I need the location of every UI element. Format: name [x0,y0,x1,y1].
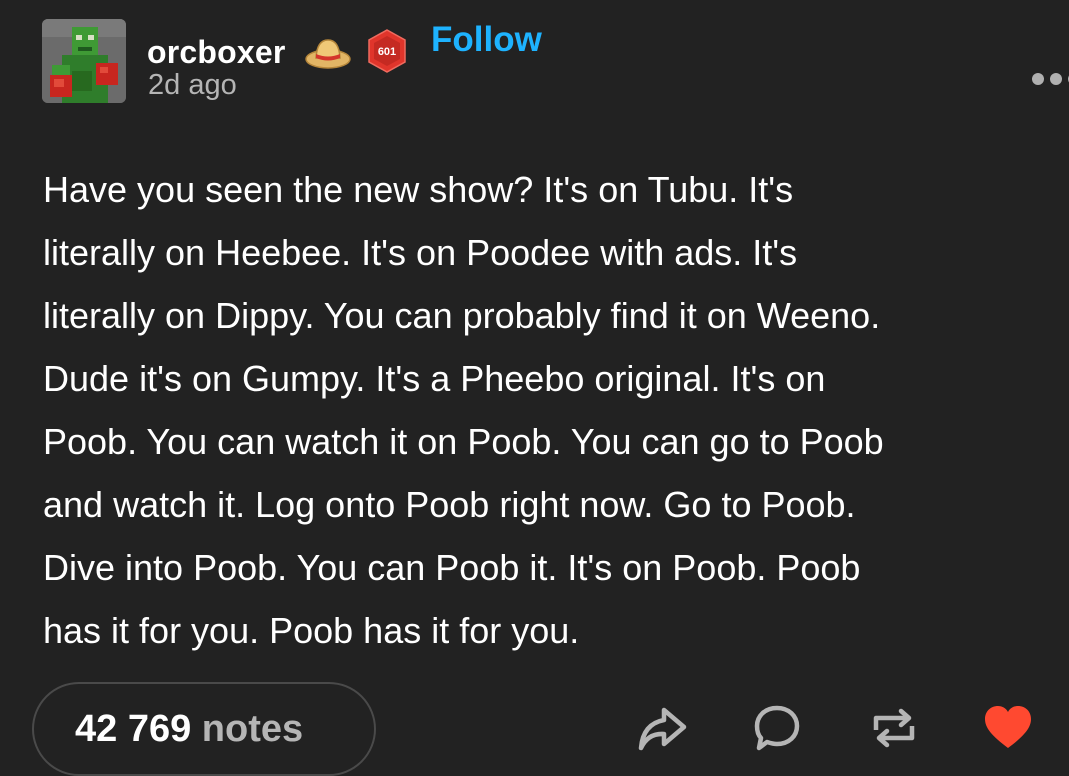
post-text-line: literally on Heebee. It's on Poodee with… [43,232,798,273]
post-body: Have you seen the new show? It's on Tubu… [43,158,1048,662]
reply-icon [754,705,800,751]
follow-button[interactable]: Follow [431,20,542,60]
notes-text: 42 769 notes [75,708,303,751]
avatar[interactable] [42,19,126,103]
post-text-line: literally on Dippy. You can probably fin… [43,295,881,336]
notes-label: notes [201,708,304,750]
post-timestamp[interactable]: 2d ago [148,69,237,102]
post-text-line: Dude it's on Gumpy. It's a Pheebo origin… [43,358,826,399]
notes-count: 42 769 [75,708,192,750]
heart-icon [985,706,1031,748]
post-text-line: and watch it. Log onto Poob right now. G… [43,484,856,525]
like-button[interactable] [982,702,1034,754]
post-footer: 42 769 notes [0,680,1069,776]
username[interactable]: orcboxer [147,34,286,71]
reblog-button[interactable] [868,702,920,754]
more-options-button[interactable] [1032,72,1069,86]
badge-601-icon: 601 [364,28,410,74]
post-header: orcboxer 601 Follow 2d ago [40,16,1069,106]
share-button[interactable] [636,702,688,754]
share-icon [638,707,687,751]
post-text-line: Poob. You can watch it on Poob. You can … [43,421,884,462]
reblog-icon [873,708,915,748]
reply-button[interactable] [751,702,803,754]
post-text-line: Have you seen the new show? It's on Tubu… [43,169,794,210]
post-text-line: has it for you. Poob has it for you. [43,610,580,651]
more-dot-icon [1032,73,1044,85]
badge-number: 601 [378,46,396,58]
straw-hat-icon [305,35,351,71]
more-dot-icon [1050,73,1062,85]
post-text-line: Dive into Poob. You can Poob it. It's on… [43,547,861,588]
